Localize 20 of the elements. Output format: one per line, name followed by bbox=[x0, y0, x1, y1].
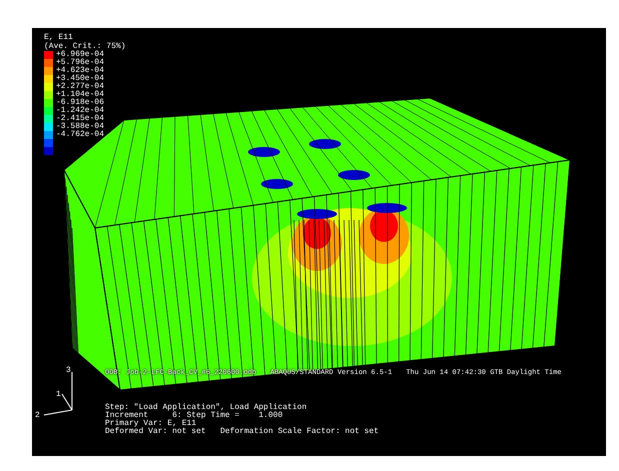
legend-value: +4.623e-04 bbox=[56, 67, 104, 75]
legend-value: +1.104e-04 bbox=[56, 91, 104, 99]
step-info-line: Deformed Var: not set Deformation Scale Factor: not set bbox=[105, 428, 379, 436]
legend-value: -2.415e-04 bbox=[56, 115, 104, 123]
legend-value: -4.762e-04 bbox=[56, 131, 104, 139]
legend-value: -1.242e-04 bbox=[56, 107, 104, 115]
legend-value: +5.796e-04 bbox=[56, 59, 104, 67]
legend-subtitle: (Ave. Crit.: 75%) bbox=[44, 42, 126, 51]
legend-title: E, E11 bbox=[44, 33, 74, 42]
axis-label: 3 bbox=[66, 366, 71, 375]
step-info-line: Increment 6: Step Time = 1.000 bbox=[105, 412, 284, 420]
axis-label: 2 bbox=[35, 411, 40, 420]
step-info-line: Step: "Load Application", Load Application bbox=[105, 404, 308, 412]
legend-value: -6.918e-06 bbox=[56, 99, 104, 107]
axis-label: 1 bbox=[56, 390, 61, 399]
legend-value: +3.450e-04 bbox=[56, 75, 104, 83]
legend-value: +2.277e-04 bbox=[56, 83, 104, 91]
legend-value: +6.969e-04 bbox=[56, 51, 104, 59]
legend-value: -3.588e-04 bbox=[56, 123, 104, 131]
step-info-line: Primary Var: E, E11 bbox=[105, 420, 196, 428]
